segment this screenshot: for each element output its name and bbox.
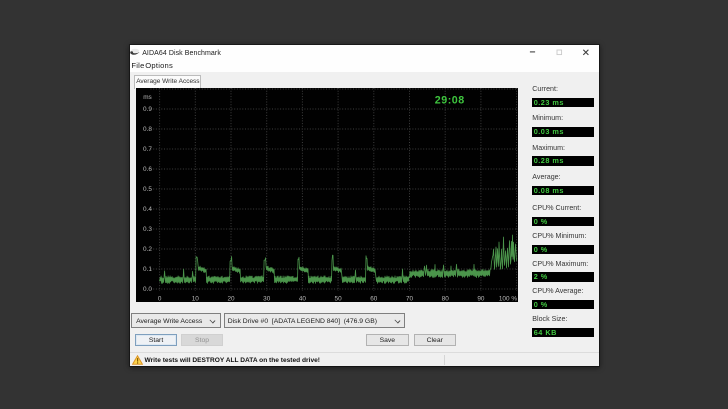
svg-text:29:08: 29:08 xyxy=(435,95,465,107)
svg-text:50: 50 xyxy=(335,296,343,303)
svg-text:0: 0 xyxy=(158,296,162,303)
svg-text:90: 90 xyxy=(477,296,485,303)
svg-text:0.7: 0.7 xyxy=(143,146,152,153)
svg-text:80: 80 xyxy=(442,296,450,303)
svg-text:30: 30 xyxy=(263,296,271,303)
svg-text:10: 10 xyxy=(192,296,200,303)
svg-text:0.9: 0.9 xyxy=(143,106,152,113)
svg-text:0.5: 0.5 xyxy=(143,186,152,193)
svg-text:ms: ms xyxy=(143,94,152,101)
svg-text:20: 20 xyxy=(228,296,236,303)
svg-text:0.4: 0.4 xyxy=(143,206,152,213)
svg-text:0.8: 0.8 xyxy=(143,126,152,133)
svg-text:0.3: 0.3 xyxy=(143,226,152,233)
svg-text:70: 70 xyxy=(406,296,414,303)
svg-text:0.2: 0.2 xyxy=(143,246,152,253)
svg-text:0.6: 0.6 xyxy=(143,166,152,173)
svg-text:0.0: 0.0 xyxy=(143,286,152,293)
svg-text:0.1: 0.1 xyxy=(143,266,152,273)
svg-text:60: 60 xyxy=(370,296,378,303)
svg-text:100 %: 100 % xyxy=(499,296,517,303)
svg-text:40: 40 xyxy=(299,296,307,303)
